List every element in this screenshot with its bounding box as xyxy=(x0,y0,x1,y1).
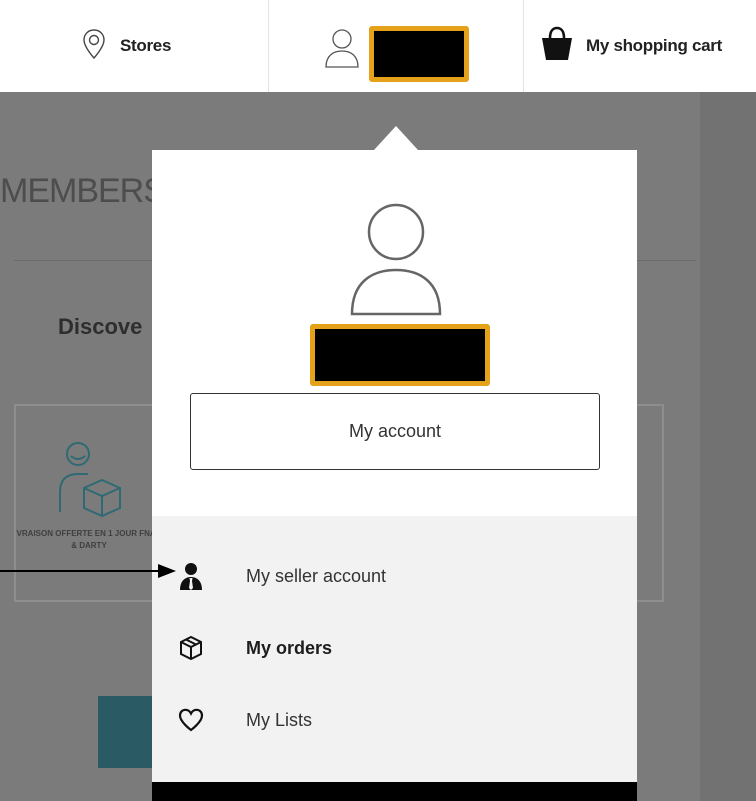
menu-item-label: My orders xyxy=(246,637,333,658)
top-navigation-bar: Stores My shopping cart xyxy=(0,0,756,116)
background-right-column xyxy=(700,92,756,801)
account-dropdown: My account My seller account My orders M… xyxy=(152,150,637,801)
menu-item-lists[interactable]: My Lists xyxy=(152,692,637,748)
seller-person-icon xyxy=(178,562,204,590)
background-card-text: VRAISON OFFERTE EN 1 JOUR FNAC & DARTY xyxy=(16,529,162,550)
menu-item-label: My seller account xyxy=(246,565,387,586)
heart-icon xyxy=(178,706,204,734)
user-icon xyxy=(323,27,361,74)
dropdown-menu-list: My seller account My orders My Lists xyxy=(152,516,637,782)
dropdown-profile-section: My account xyxy=(152,150,637,516)
stores-link[interactable]: Stores xyxy=(82,0,268,92)
menu-item-orders[interactable]: My orders xyxy=(152,620,637,676)
my-account-button[interactable]: My account xyxy=(190,393,600,470)
dropdown-footer-bar xyxy=(152,782,637,801)
menu-item-seller-account[interactable]: My seller account xyxy=(152,548,637,604)
cart-label: My shopping cart xyxy=(586,36,722,55)
location-pin-icon xyxy=(82,28,106,65)
redacted-user-name xyxy=(310,324,490,386)
menu-item-label: My Lists xyxy=(246,709,313,730)
redacted-account-name xyxy=(369,26,469,82)
delivery-person-box-icon xyxy=(54,440,124,520)
background-subheading: Discove xyxy=(58,314,143,339)
box-icon xyxy=(178,634,204,662)
annotation-arrow-icon xyxy=(0,564,176,578)
background-heading: MEMBERS xyxy=(0,172,166,210)
shopping-cart-link[interactable]: My shopping cart xyxy=(540,0,756,92)
stores-label: Stores xyxy=(120,36,172,55)
avatar-icon xyxy=(348,198,444,318)
dropdown-caret xyxy=(374,126,418,150)
shopping-bag-icon xyxy=(540,26,574,67)
